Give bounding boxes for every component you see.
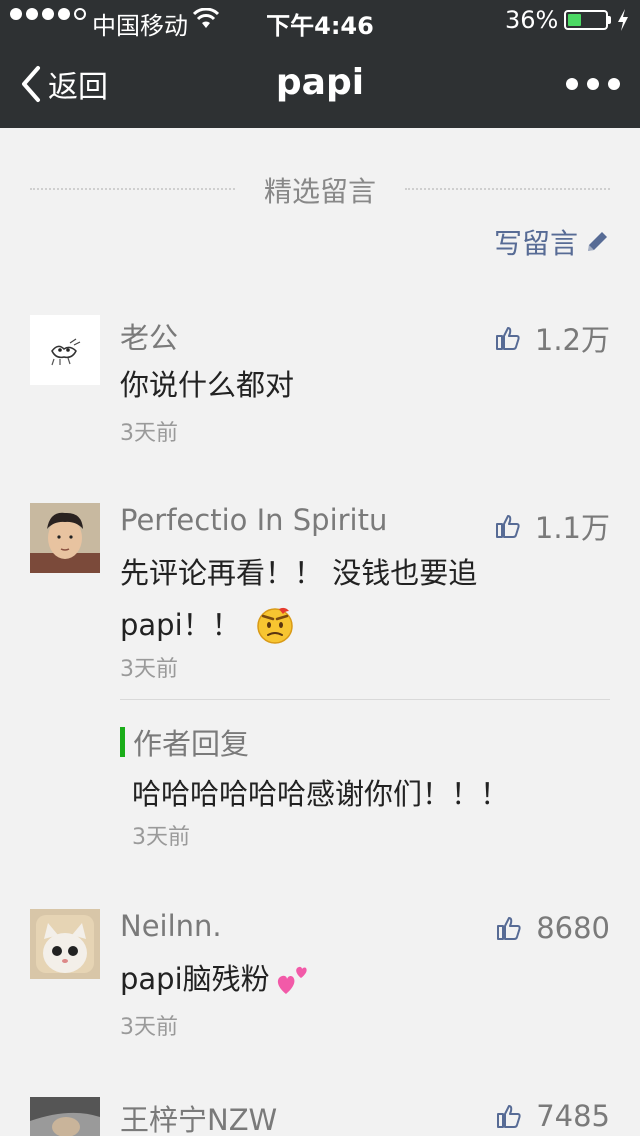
- status-bar: 中国移动 下午4:46 36%: [0, 0, 640, 40]
- two-hearts-emoji-icon: [277, 966, 307, 994]
- section-header: 精选留言: [30, 168, 610, 208]
- comment-item: 老公 1.2万 你说什么都对 3天前: [30, 315, 610, 446]
- author-reply-label: 作者回复: [120, 721, 249, 763]
- write-comment-label: 写留言: [493, 227, 578, 260]
- avatar[interactable]: [30, 503, 100, 573]
- avatar[interactable]: [30, 315, 100, 385]
- like-button[interactable]: 7485: [496, 1099, 610, 1133]
- commenter-name[interactable]: 王梓宁NZW: [120, 1097, 277, 1136]
- divider-line: [405, 188, 610, 190]
- more-dot-icon: [608, 78, 620, 90]
- author-reply-text: 哈哈哈哈哈哈感谢你们！！！: [132, 777, 510, 811]
- thumbs-up-icon: [495, 515, 520, 538]
- reply-divider: [120, 699, 610, 700]
- commenter-name[interactable]: 老公: [120, 315, 178, 357]
- comment-time: 3天前: [120, 1015, 178, 1040]
- comment-time: 3天前: [120, 421, 178, 446]
- user-photo-icon: [30, 1097, 100, 1136]
- like-button[interactable]: 1.1万: [495, 505, 610, 547]
- frowning-face-emoji-icon: [256, 607, 293, 644]
- more-dot-icon: [566, 78, 578, 90]
- charging-bolt-icon: [618, 9, 628, 31]
- cat-photo-icon: [30, 909, 100, 979]
- like-button[interactable]: 8680: [496, 911, 610, 945]
- author-reply-time: 3天前: [132, 825, 190, 850]
- user-photo-icon: [30, 503, 100, 573]
- more-options-button[interactable]: [566, 78, 620, 90]
- commenter-name[interactable]: Perfectio In Spiritu: [120, 503, 387, 537]
- thumbs-up-icon: [495, 327, 520, 350]
- comment-text-line: papi！！: [120, 608, 241, 642]
- avatar[interactable]: [30, 909, 100, 979]
- reply-accent-bar: [120, 727, 125, 757]
- like-button[interactable]: 1.2万: [495, 317, 610, 359]
- comment-item: 王梓宁NZW 7485: [30, 1097, 610, 1136]
- like-count: 8680: [536, 911, 610, 945]
- sketch-avatar-icon: [30, 315, 100, 385]
- comment-text-line: 先评论再看！！ 没钱也要追: [120, 556, 478, 590]
- avatar[interactable]: [30, 1097, 100, 1136]
- thumbs-up-icon: [497, 1105, 521, 1128]
- thumbs-up-icon: [497, 917, 521, 940]
- comment-text: 先评论再看！！ 没钱也要追 papi！！: [120, 547, 610, 651]
- navigation-bar: 返回 papi: [0, 40, 640, 128]
- write-comment-button[interactable]: 写留言: [494, 222, 610, 262]
- battery-icon: [564, 10, 608, 30]
- comment-text-row: papi！！: [120, 599, 610, 651]
- comment-item: Perfectio In Spiritu 1.1万 先评论再看！！ 没钱也要追 …: [30, 503, 610, 850]
- battery-tip: [608, 16, 611, 24]
- pencil-icon: [588, 232, 607, 251]
- author-reply-title: 作者回复: [133, 727, 250, 761]
- like-count: 7485: [536, 1099, 610, 1133]
- more-dot-icon: [587, 78, 599, 90]
- battery-level: [568, 14, 581, 26]
- comment-text: papi脑残粉: [120, 953, 610, 1005]
- like-count: 1.2万: [534, 323, 610, 357]
- section-title: 精选留言: [263, 175, 376, 208]
- comment-text: 你说什么都对: [120, 359, 610, 411]
- comment-item: Neilnn. 8680 papi脑残粉 3天前: [30, 909, 610, 1040]
- commenter-name[interactable]: Neilnn.: [120, 909, 222, 943]
- page-title: papi: [275, 62, 365, 103]
- battery-percent: 36%: [505, 6, 559, 34]
- comment-time: 3天前: [120, 657, 178, 682]
- comment-text-line: papi脑残粉: [120, 962, 270, 996]
- comment-text-line: 你说什么都对: [120, 368, 295, 402]
- like-count: 1.1万: [534, 511, 610, 545]
